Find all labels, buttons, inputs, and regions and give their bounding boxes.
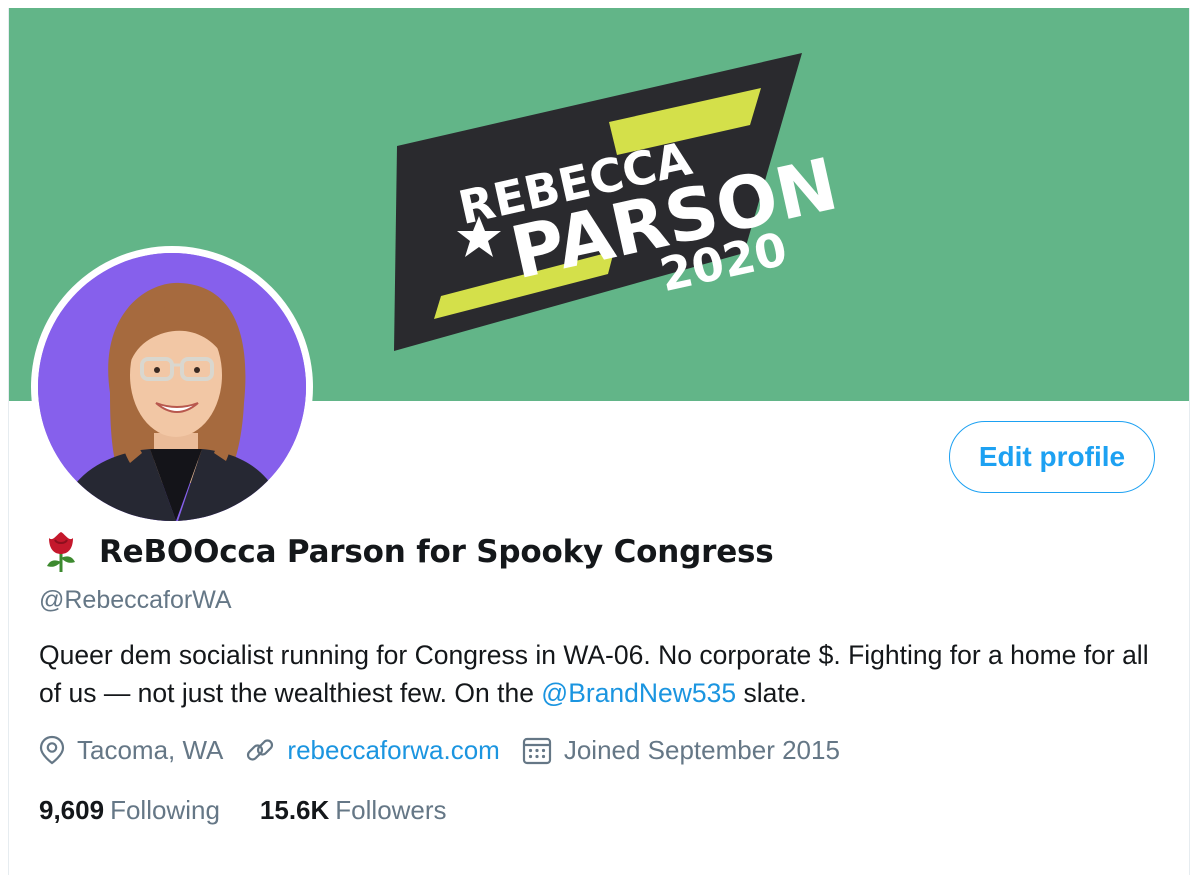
profile-handle: @RebeccaforWA: [39, 586, 232, 614]
profile-bio: Queer dem socialist running for Congress…: [39, 636, 1169, 712]
profile-page: REBECCA PARSON 2020 Edit profile ReBOOcc…: [8, 8, 1190, 875]
website-link[interactable]: rebeccaforwa.com: [287, 735, 499, 766]
following-count: 9,609: [39, 794, 105, 825]
bio-mention-link[interactable]: @BrandNew535: [541, 678, 736, 708]
location-text: Tacoma, WA: [77, 734, 224, 765]
profile-meta: Tacoma, WA rebeccaforwa.com Joined Septe…: [39, 730, 862, 770]
link-icon: [247, 739, 274, 761]
profile-stats: 9,609 Following 15.6K Followers: [39, 790, 487, 830]
location-item: Tacoma, WA: [39, 735, 223, 766]
followers-label: Followers: [335, 794, 447, 825]
avatar-portrait: [38, 253, 306, 521]
website-item: rebeccaforwa.com: [245, 735, 500, 766]
bio-text-end: slate.: [736, 678, 807, 708]
joined-text: Joined September 2015: [563, 734, 840, 765]
display-name: ReBOOcca Parson for Spooky Congress: [99, 534, 774, 570]
location-pin-icon: [39, 735, 65, 765]
display-name-row: ReBOOcca Parson for Spooky Congress: [41, 530, 774, 574]
followers-count: 15.6K: [259, 794, 330, 825]
rose-icon: [47, 532, 75, 572]
joined-item: Joined September 2015: [522, 735, 840, 766]
edit-profile-button[interactable]: Edit profile: [949, 421, 1155, 493]
following-label: Following: [110, 794, 220, 825]
calendar-icon: [522, 737, 551, 765]
following-stat[interactable]: 9,609 Following: [39, 795, 220, 826]
followers-stat[interactable]: 15.6K Followers: [260, 795, 447, 826]
avatar-ring: [31, 246, 313, 528]
avatar[interactable]: [38, 253, 306, 521]
